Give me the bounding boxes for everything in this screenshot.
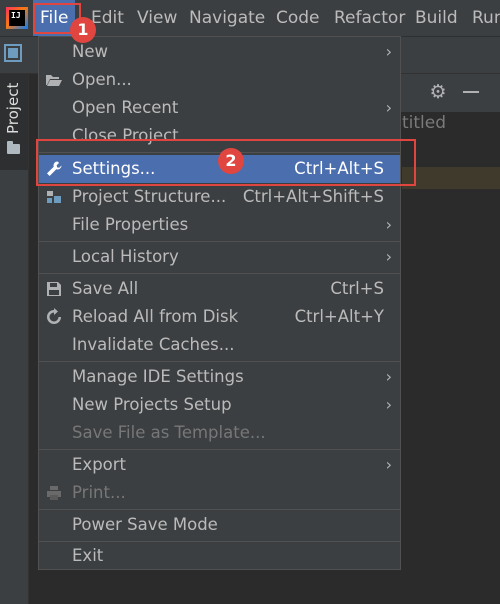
menu-item-reload-all[interactable]: Reload All from Disk Ctrl+Alt+Y [39,303,400,331]
menu-item-label: Power Save Mode [72,515,218,534]
menu-item-local-history[interactable]: Local History › [39,243,400,271]
menu-item-label: New [72,42,108,61]
menu-item-label: Open... [72,70,132,89]
menu-item-power-save-mode[interactable]: Power Save Mode [39,511,400,539]
menu-separator [39,509,400,510]
intellij-logo-icon: IJ [6,7,28,29]
menu-item-label: Export [72,455,127,474]
menu-code[interactable]: Code [269,0,327,36]
menu-item-export[interactable]: Export › [39,451,400,479]
chevron-right-icon: › [385,98,392,117]
menu-item-project-structure[interactable]: Project Structure... Ctrl+Alt+Shift+S [39,183,400,211]
chevron-right-icon: › [385,367,392,386]
menu-navigate[interactable]: Navigate [182,0,272,36]
shortcut-label: Ctrl+Alt+Shift+S [242,187,384,206]
menu-item-manage-ide-settings[interactable]: Manage IDE Settings › [39,363,400,391]
untitled-tab-label: titled [402,113,447,133]
menu-item-open-recent[interactable]: Open Recent › [39,94,400,122]
annotation-badge-2: 2 [218,148,244,174]
chevron-right-icon: › [385,215,392,234]
project-tool-tab[interactable]: Project [0,74,28,170]
menu-item-label: Invalidate Caches... [72,335,235,354]
menu-item-exit[interactable]: Exit [39,542,400,570]
chevron-right-icon: › [385,42,392,61]
reload-icon [45,308,63,326]
folder-icon [7,141,20,154]
menu-item-save-file-as-template: Save File as Template... [39,419,400,447]
menu-item-label: Local History [72,247,179,266]
menu-item-label: File Properties [72,215,189,234]
menu-item-label: Manage IDE Settings [72,367,244,386]
menu-item-print: Print... [39,479,400,507]
shortcut-label: Ctrl+S [330,279,384,298]
menu-item-new-projects-setup[interactable]: New Projects Setup › [39,391,400,419]
chevron-right-icon: › [385,247,392,266]
chevron-right-icon: › [385,455,392,474]
menu-item-open[interactable]: Open... [39,66,400,94]
chevron-right-icon: › [385,395,392,414]
save-icon [45,280,63,298]
shortcut-label: Ctrl+Alt+Y [294,307,384,326]
minimize-icon[interactable] [463,91,479,93]
project-tab-label: Project [4,82,22,134]
menu-item-label: Save File as Template... [72,423,266,442]
menu-build[interactable]: Build [408,0,465,36]
ide-window: ⚙ titled Project IJ File Edit View Navig… [0,0,500,604]
menu-item-label: Print... [72,483,126,502]
menu-separator [39,241,400,242]
file-menu-dropdown: New › Open... Open Recent › Close Projec… [38,36,401,570]
gear-icon[interactable]: ⚙ [428,82,448,102]
menu-item-file-properties[interactable]: File Properties › [39,211,400,239]
menu-refactor[interactable]: Refactor [327,0,412,36]
menu-item-new[interactable]: New › [39,38,400,66]
menu-item-label: Exit [72,546,104,565]
annotation-badge-1: 1 [70,17,96,43]
menu-item-label: Project Structure... [72,187,227,206]
menu-item-label: Reload All from Disk [72,307,239,326]
project-structure-icon [45,188,63,206]
menu-item-label: Open Recent [72,98,179,117]
menu-item-save-all[interactable]: Save All Ctrl+S [39,275,400,303]
left-tool-bar: Project [0,74,29,604]
folder-open-icon [45,71,63,89]
menu-separator [39,361,400,362]
project-view-icon[interactable] [4,44,22,62]
menu-run[interactable]: Run [465,0,500,36]
menu-item-label: New Projects Setup [72,395,232,414]
menu-separator [39,273,400,274]
menu-item-invalidate-caches[interactable]: Invalidate Caches... [39,331,400,359]
menu-separator [39,449,400,450]
menu-item-label: Save All [72,279,139,298]
print-icon [45,484,63,502]
editor-highlight-row [402,167,500,189]
tool-window-header [400,74,500,112]
menu-view[interactable]: View [130,0,184,36]
